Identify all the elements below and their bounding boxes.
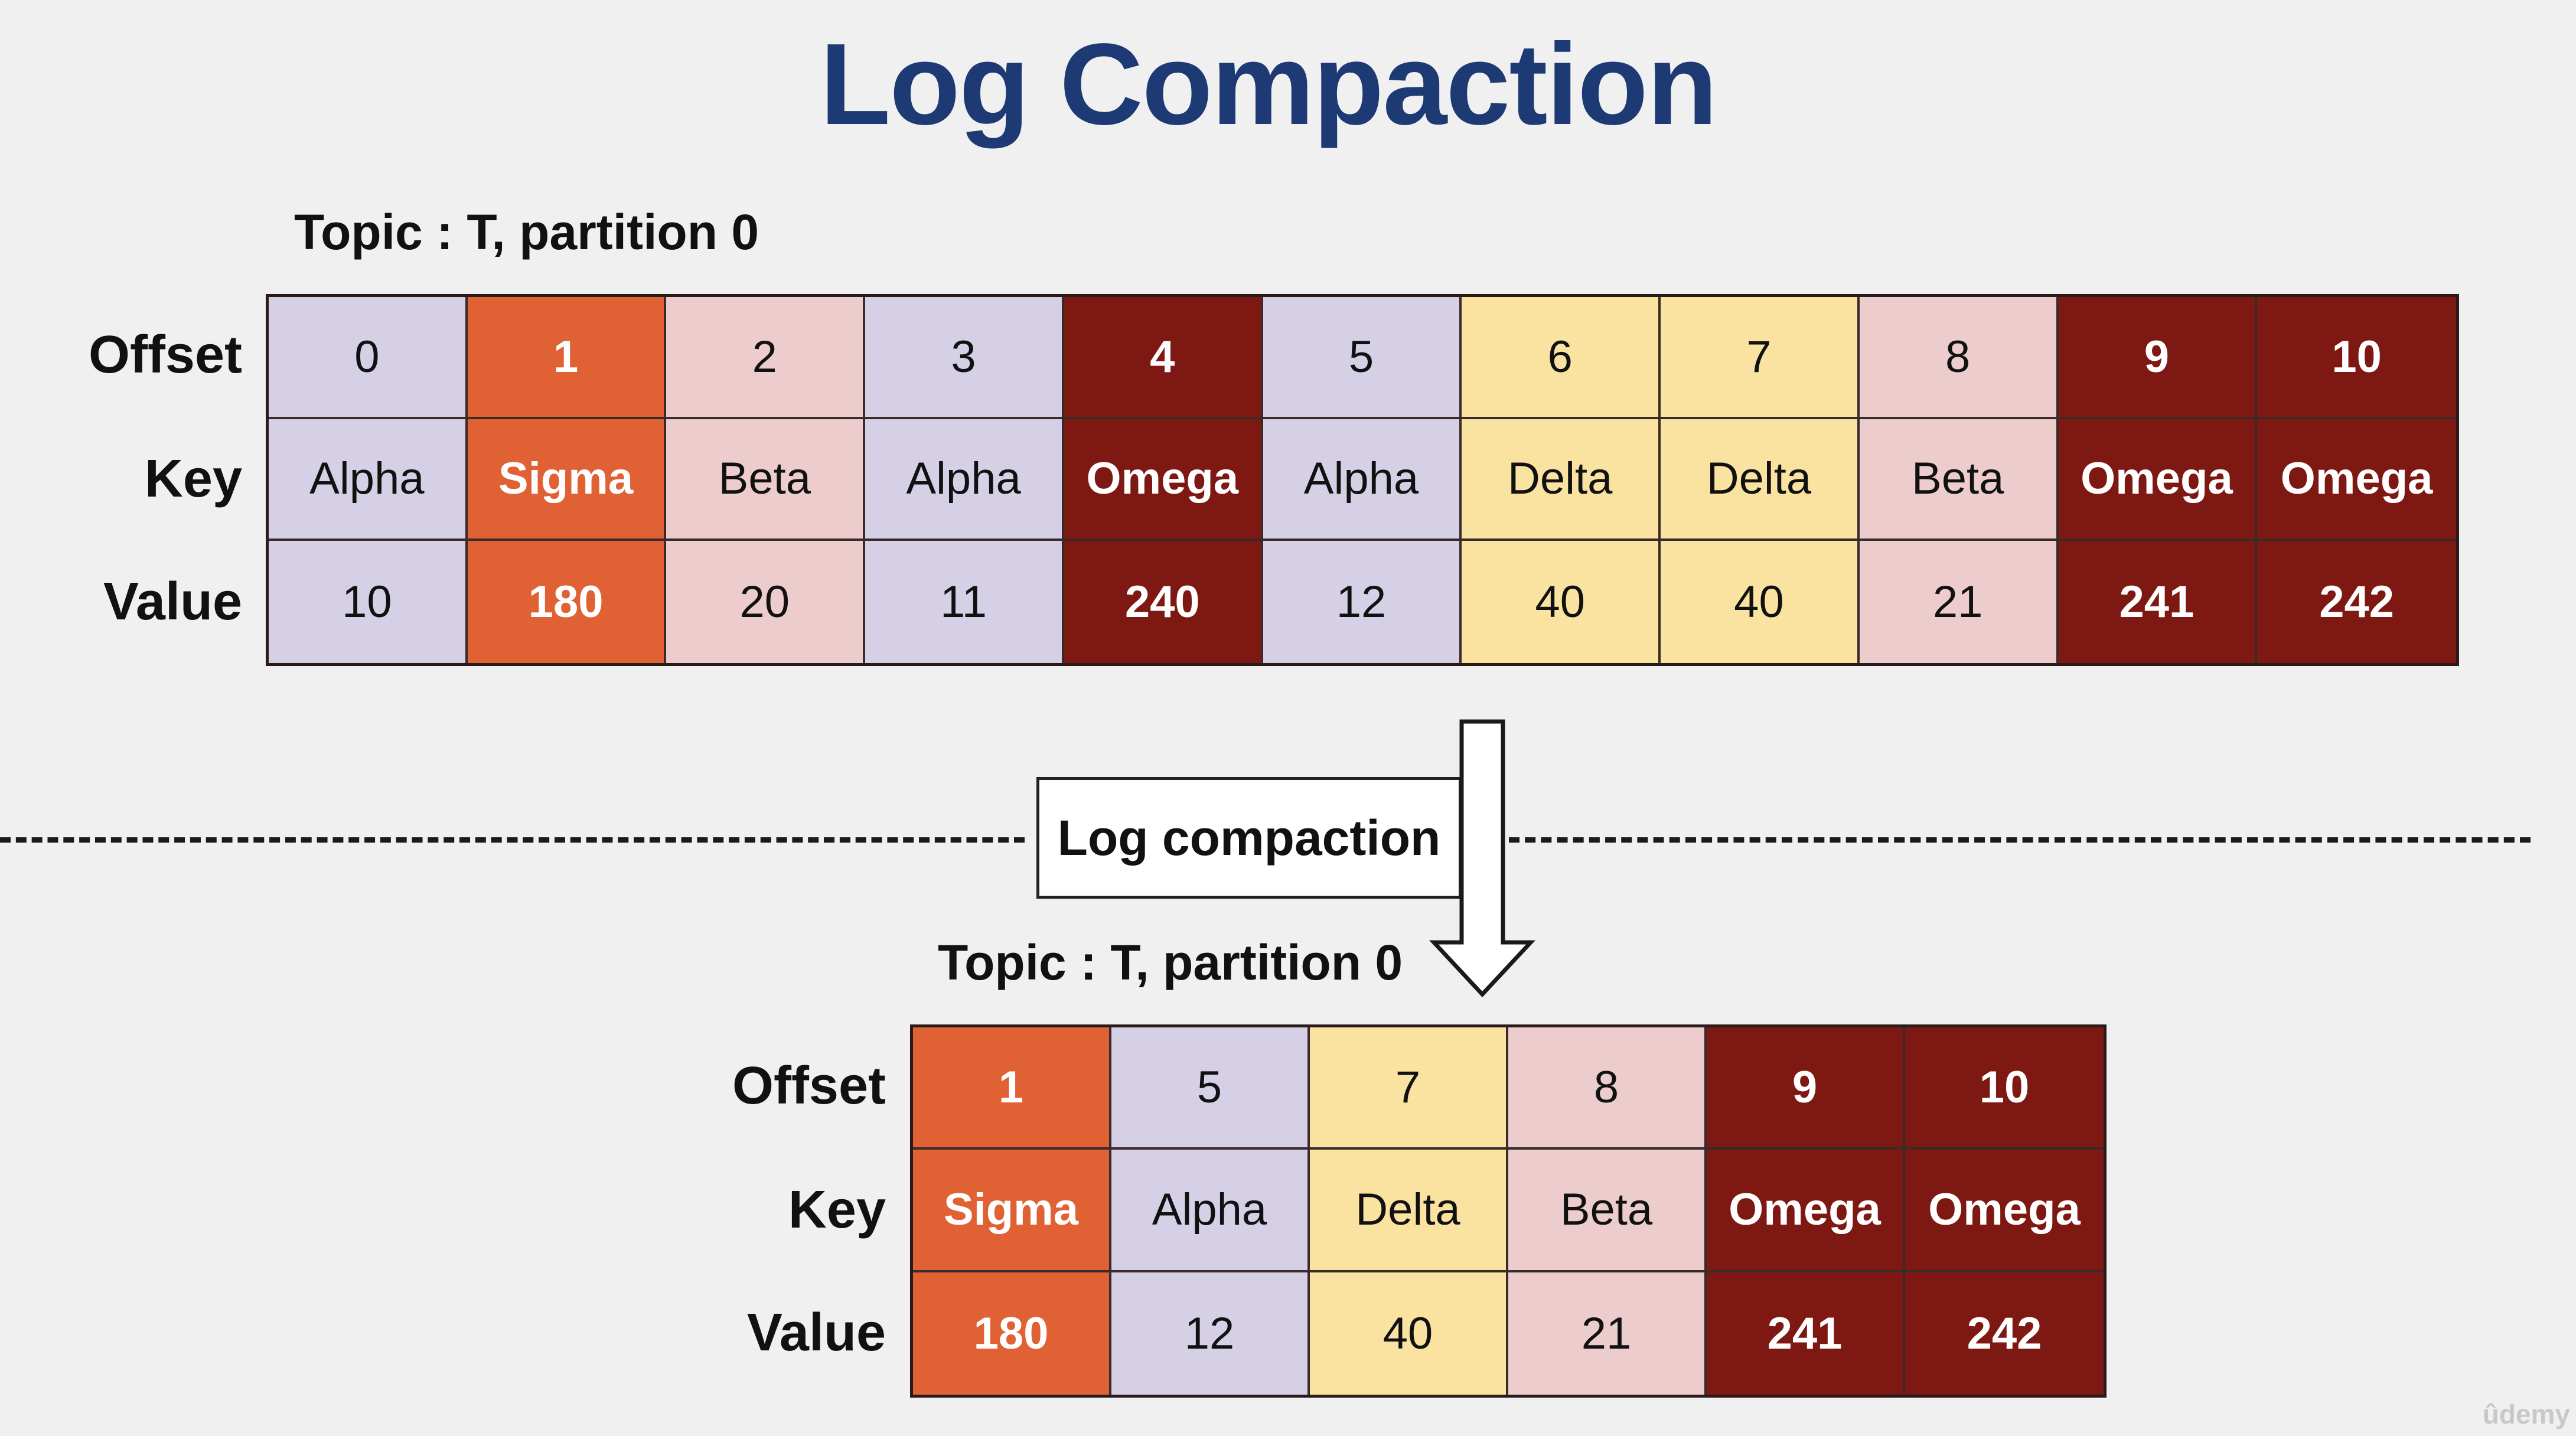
down-arrow-icon — [1429, 719, 1535, 998]
before-offset-cell: 3 — [865, 297, 1064, 419]
after-offset-cell: 8 — [1508, 1027, 1707, 1150]
before-offset-cell: 6 — [1462, 297, 1661, 419]
row-label-offset-after: Offset — [732, 1056, 886, 1115]
after-key-cell: Omega — [1905, 1150, 2104, 1272]
before-key-cell: Delta — [1462, 419, 1661, 541]
before-value-cell: 242 — [2257, 541, 2456, 663]
before-value-cell: 12 — [1263, 541, 1462, 663]
before-offset-cell: 1 — [467, 297, 667, 419]
before-offset-cell: 4 — [1064, 297, 1263, 419]
before-key-cell: Omega — [2058, 419, 2258, 541]
topic-label-after: Topic : T, partition 0 — [938, 935, 1403, 990]
row-label-key-before: Key — [144, 449, 242, 508]
before-value-cell: 241 — [2058, 541, 2258, 663]
row-label-value-before: Value — [103, 572, 242, 631]
after-offset-cell: 5 — [1111, 1027, 1310, 1150]
divider-right — [1509, 837, 2531, 843]
after-value-cell: 40 — [1310, 1272, 1508, 1395]
log-compaction-box: Log compaction — [1036, 777, 1462, 899]
before-value-cell: 40 — [1462, 541, 1661, 663]
before-value-cell: 240 — [1064, 541, 1263, 663]
log-table-before: 0 1 2 3 4 5 6 7 8 9 10 Alpha Sigma Beta Alpha Omega Alph… — [266, 294, 2459, 666]
before-offset-cell: 9 — [2058, 297, 2258, 419]
before-offset-cell: 5 — [1263, 297, 1462, 419]
before-value-cell: 11 — [865, 541, 1064, 663]
after-offset-cell: 1 — [913, 1027, 1111, 1150]
before-offset-cell: 0 — [269, 297, 468, 419]
topic-label-before: Topic : T, partition 0 — [294, 204, 759, 260]
row-label-value-after: Value — [746, 1303, 886, 1362]
before-offset-cell: 2 — [666, 297, 866, 419]
row-label-key-after: Key — [788, 1180, 886, 1239]
before-value-cell: 20 — [666, 541, 866, 663]
before-offset-cell: 7 — [1661, 297, 1860, 419]
log-table-after: 1 5 7 8 9 10 Sigma Alpha Delta Beta Omega Omega 180 1… — [910, 1024, 2107, 1398]
after-offset-cell: 7 — [1310, 1027, 1508, 1150]
after-key-cell: Beta — [1508, 1150, 1707, 1272]
after-value-cell: 242 — [1905, 1272, 2104, 1395]
page-title: Log Compaction — [820, 19, 1717, 149]
before-key-cell: Omega — [2257, 419, 2456, 541]
after-key-cell: Delta — [1310, 1150, 1508, 1272]
before-key-cell: Alpha — [1263, 419, 1462, 541]
after-offset-cell: 9 — [1707, 1027, 1905, 1150]
before-key-cell: Alpha — [865, 419, 1064, 541]
before-key-cell: Alpha — [269, 419, 468, 541]
before-value-cell: 180 — [467, 541, 667, 663]
divider-left — [0, 837, 1025, 843]
after-key-cell: Alpha — [1111, 1150, 1310, 1272]
before-offset-cell: 10 — [2257, 297, 2456, 419]
before-key-cell: Delta — [1661, 419, 1860, 541]
before-key-cell: Beta — [1859, 419, 2059, 541]
watermark: ûdemy — [2482, 1399, 2570, 1430]
row-label-offset-before: Offset — [88, 325, 242, 384]
after-value-cell: 180 — [913, 1272, 1111, 1395]
after-value-cell: 12 — [1111, 1272, 1310, 1395]
after-offset-cell: 10 — [1905, 1027, 2104, 1150]
after-key-cell: Omega — [1707, 1150, 1905, 1272]
before-value-cell: 10 — [269, 541, 468, 663]
before-value-cell: 21 — [1859, 541, 2059, 663]
after-value-cell: 241 — [1707, 1272, 1905, 1395]
before-value-cell: 40 — [1661, 541, 1860, 663]
before-offset-cell: 8 — [1859, 297, 2059, 419]
after-key-cell: Sigma — [913, 1150, 1111, 1272]
after-value-cell: 21 — [1508, 1272, 1707, 1395]
before-key-cell: Sigma — [467, 419, 667, 541]
before-key-cell: Beta — [666, 419, 866, 541]
before-key-cell: Omega — [1064, 419, 1263, 541]
